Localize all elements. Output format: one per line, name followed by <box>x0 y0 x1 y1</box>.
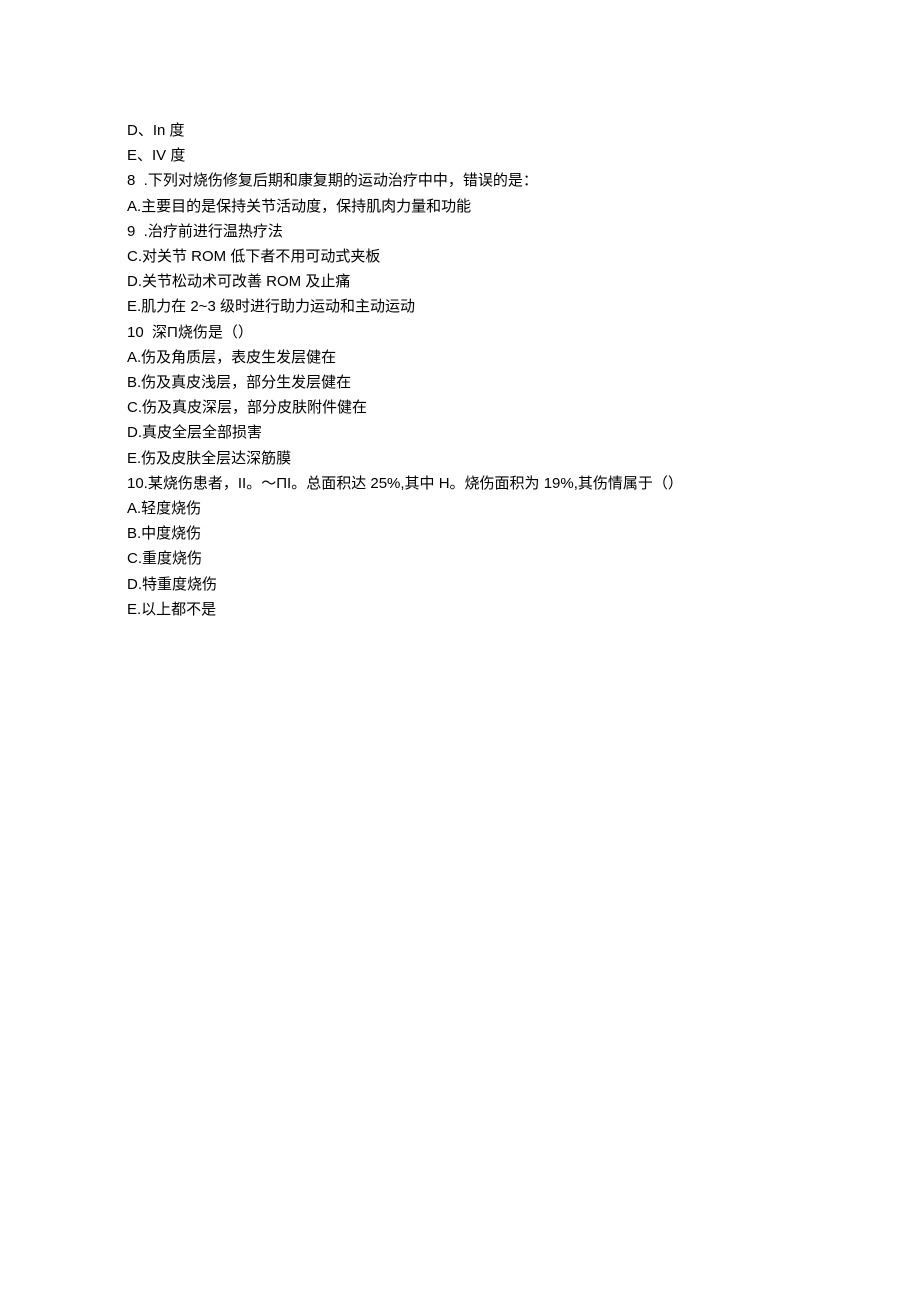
text-line: E.肌力在 2~3 级时进行助力运动和主动运动 <box>127 294 827 319</box>
text-line: 8 .下列对烧伤修复后期和康复期的运动治疗中中，错误的是： <box>127 168 827 193</box>
text-line: D.关节松动术可改善 ROM 及止痛 <box>127 269 827 294</box>
text-line: D.真皮全层全部损害 <box>127 420 827 445</box>
text-line: E.伤及皮肤全层达深筋膜 <box>127 446 827 471</box>
text-line: C.对关节 ROM 低下者不用可动式夹板 <box>127 244 827 269</box>
text-line: 9 .治疗前进行温热疗法 <box>127 219 827 244</box>
text-line: E.以上都不是 <box>127 597 827 622</box>
text-line: 10 深Π烧伤是（） <box>127 320 827 345</box>
text-line: B.中度烧伤 <box>127 521 827 546</box>
text-line: D、In 度 <box>127 118 827 143</box>
text-line: 10.某烧伤患者，II。～ΠI。总面积达 25%,其中 H。烧伤面积为 19%,… <box>127 471 827 496</box>
text-line: A.轻度烧伤 <box>127 496 827 521</box>
text-line: C.伤及真皮深层，部分皮肤附件健在 <box>127 395 827 420</box>
document-page: D、In 度 E、IV 度 8 .下列对烧伤修复后期和康复期的运动治疗中中，错误… <box>0 0 827 622</box>
text-line: A.伤及角质层，表皮生发层健在 <box>127 345 827 370</box>
text-line: E、IV 度 <box>127 143 827 168</box>
text-line: B.伤及真皮浅层，部分生发层健在 <box>127 370 827 395</box>
text-line: A.主要目的是保持关节活动度，保持肌肉力量和功能 <box>127 194 827 219</box>
text-line: C.重度烧伤 <box>127 546 827 571</box>
text-line: D.特重度烧伤 <box>127 572 827 597</box>
